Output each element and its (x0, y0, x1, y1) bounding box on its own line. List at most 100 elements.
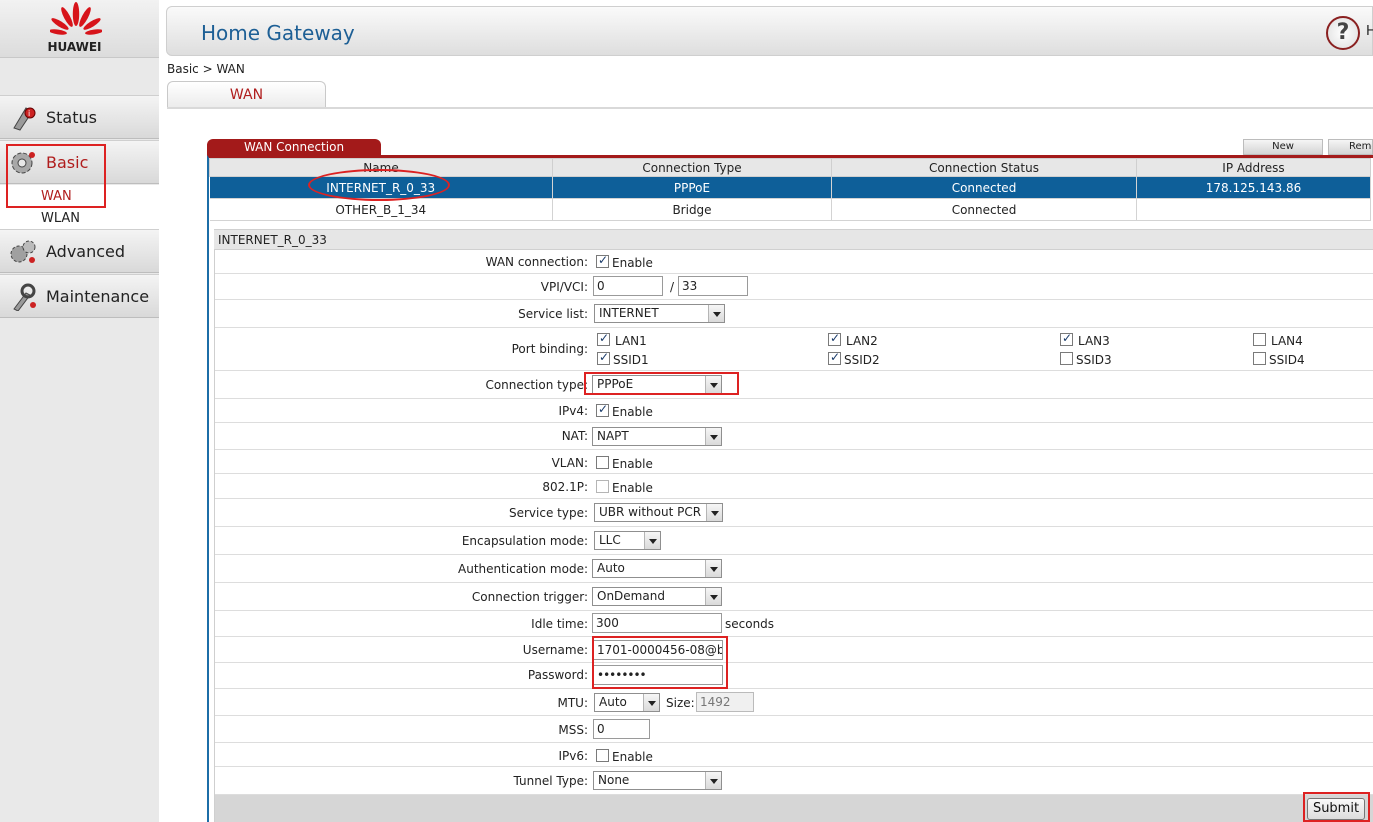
gears-icon (10, 240, 36, 263)
row-encapsulation: Encapsulation mode: LLC (215, 527, 1373, 555)
authentication-value: Auto (597, 561, 625, 575)
ssid2-label: SSID2 (844, 353, 880, 367)
password-label: Password: (527, 668, 588, 682)
service-list-select[interactable]: INTERNET (594, 304, 725, 323)
submit-highlight (1303, 792, 1370, 822)
help-icon[interactable]: ? (1326, 16, 1360, 50)
vpivci-separator: / (670, 280, 675, 294)
row-8021p: 802.1P: Enable (215, 474, 1373, 499)
row-type: Bridge (552, 198, 832, 221)
ssid3-checkbox[interactable] (1060, 352, 1073, 365)
service-type-label: Service type: (508, 506, 588, 520)
tab-divider (167, 107, 1373, 109)
ipv4-checkbox[interactable] (596, 402, 609, 417)
lan3-checkbox[interactable] (1060, 331, 1073, 346)
authentication-select[interactable]: Auto (592, 559, 722, 578)
ssid4-checkbox[interactable] (1253, 352, 1266, 365)
row-status: Connected (831, 176, 1137, 199)
lan4-checkbox[interactable] (1253, 333, 1266, 346)
chevron-down-icon (705, 772, 721, 789)
mtu-value: Auto (599, 695, 627, 709)
tab-wan[interactable]: WAN (167, 81, 326, 108)
ssid2-checkbox[interactable] (828, 350, 841, 365)
encapsulation-select[interactable]: LLC (594, 531, 661, 550)
username-label: Username: (522, 643, 588, 657)
chevron-down-icon (643, 694, 659, 711)
size-input: 1492 (696, 692, 754, 712)
vpi-input[interactable]: 0 (593, 276, 663, 296)
page-title: Home Gateway (201, 21, 355, 45)
header: Home Gateway ? (166, 6, 1373, 56)
nat-label: NAT: (561, 429, 588, 443)
dot1p-checkbox[interactable] (596, 480, 609, 493)
row-vpivci: VPI/VCI: 0 / 33 (215, 274, 1373, 300)
lan2-checkbox[interactable] (828, 331, 841, 346)
idle-time-unit: seconds (725, 617, 775, 631)
size-label: Size: (666, 696, 695, 710)
ipv6-checkbox[interactable] (596, 749, 609, 762)
row-status: Connected (831, 198, 1137, 221)
menu-maintenance[interactable]: Maintenance (0, 274, 159, 318)
basic-wan-highlight (6, 144, 106, 208)
table-row[interactable]: OTHER_B_1_34 Bridge Connected (209, 198, 1371, 221)
menu-status[interactable]: i Status (0, 95, 159, 139)
idle-time-input[interactable]: 300 (592, 613, 722, 633)
breadcrumb: Basic > WAN (167, 62, 245, 76)
new-button[interactable]: New (1243, 139, 1323, 155)
encapsulation-label: Encapsulation mode: (461, 534, 588, 548)
form-footer (215, 795, 1373, 822)
brand-name: HUAWEI (47, 40, 102, 54)
enable-text: Enable (612, 256, 653, 270)
connection-trigger-select[interactable]: OnDemand (592, 587, 722, 606)
huawei-logo: HUAWEI (0, 0, 159, 58)
tunnel-type-select[interactable]: None (593, 771, 722, 790)
ssid1-checkbox[interactable] (597, 350, 610, 365)
ipv6-label: IPv6: (558, 749, 588, 763)
lan1-checkbox[interactable] (597, 331, 610, 346)
connection-type-label: Connection type: (485, 378, 588, 392)
enable-text: Enable (612, 457, 653, 471)
mss-input[interactable]: 0 (593, 719, 650, 739)
vlan-checkbox[interactable] (596, 456, 609, 469)
row-nat: NAT: NAPT (215, 423, 1373, 450)
chevron-down-icon (705, 428, 721, 445)
row-ipv6: IPv6: Enable (215, 743, 1373, 767)
service-list-label: Service list: (518, 307, 588, 321)
menu-maintenance-label: Maintenance (46, 287, 150, 306)
connection-trigger-label: Connection trigger: (471, 590, 588, 604)
wan-connection-tab: WAN Connection (207, 139, 381, 156)
wan-connection-label: WAN connection: (485, 255, 588, 269)
row-connection-trigger: Connection trigger: OnDemand (215, 583, 1373, 611)
mss-label: MSS: (558, 723, 588, 737)
submenu-wlan-label: WLAN (41, 211, 81, 226)
dot1p-label: 802.1P: (542, 480, 588, 494)
submenu-wlan[interactable]: WLAN (0, 207, 159, 229)
row-ip (1136, 198, 1371, 221)
chevron-down-icon (644, 532, 660, 549)
wan-connection-checkbox[interactable] (596, 253, 609, 268)
enable-text: Enable (612, 405, 653, 419)
lan2-label: LAN2 (846, 334, 878, 348)
tunnel-type-value: None (598, 773, 630, 787)
lan3-label: LAN3 (1078, 334, 1110, 348)
menu-advanced[interactable]: Advanced (0, 229, 159, 273)
huawei-petals-icon (50, 2, 102, 35)
mtu-select[interactable]: Auto (594, 693, 660, 712)
row-port-binding: Port binding: LAN1 LAN2 LAN3 LAN4 SSID1 … (215, 328, 1373, 371)
tunnel-type-label: Tunnel Type: (513, 774, 588, 788)
menu-advanced-label: Advanced (46, 242, 126, 261)
chevron-down-icon (708, 305, 724, 322)
service-type-value: UBR without PCR (599, 505, 702, 519)
service-type-select[interactable]: UBR without PCR (594, 503, 723, 522)
col-ip-address: IP Address (1136, 158, 1371, 177)
enable-text: Enable (612, 481, 653, 495)
authentication-label: Authentication mode: (458, 562, 588, 576)
vpivci-label: VPI/VCI: (540, 280, 588, 294)
remove-button[interactable]: Remo (1328, 139, 1373, 155)
selected-row-highlight (308, 169, 450, 201)
nat-select[interactable]: NAPT (592, 427, 722, 446)
wrench-icon (13, 283, 36, 311)
vci-input[interactable]: 33 (678, 276, 748, 296)
row-name[interactable]: OTHER_B_1_34 (209, 198, 553, 221)
mtu-label: MTU: (557, 696, 588, 710)
